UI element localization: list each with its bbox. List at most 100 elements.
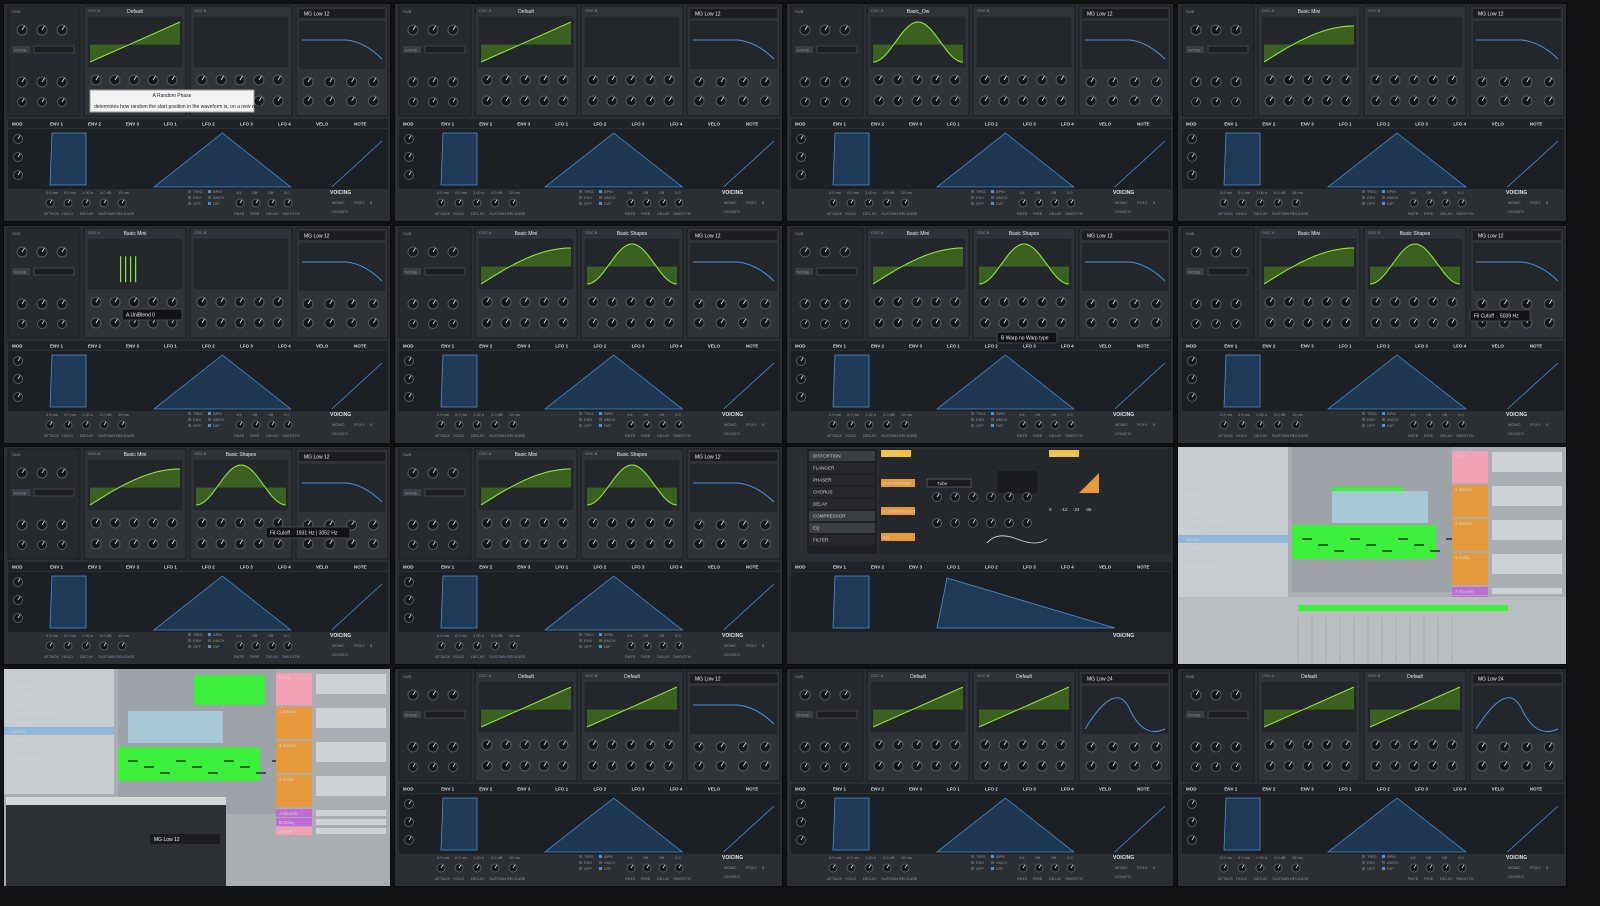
mod-tab[interactable]: LFO 4 [1061,565,1074,570]
mod-tab-note[interactable]: NOTE [1530,787,1543,792]
mod-tab-mod[interactable]: MOD [1186,787,1197,792]
mod-tab-mod[interactable]: MOD [12,122,23,127]
mod-tab-mod[interactable]: MOD [403,122,414,127]
filter-knob[interactable] [1107,76,1119,88]
mod-tab-env-1[interactable]: ENV 1 [50,122,64,127]
browser-item[interactable]: Massive X [12,684,33,689]
lfo-option-checkbox[interactable] [208,412,211,415]
lfo-option-checkbox[interactable] [599,867,602,870]
mod-tab[interactable]: ENV 3 [909,565,923,570]
poly-toggle[interactable]: POLY [746,865,757,870]
browser-item[interactable]: MPC Beats [1186,501,1210,506]
noise-select[interactable] [1207,267,1249,276]
lfo-option-checkbox[interactable] [1382,855,1385,858]
noise-select[interactable] [816,267,858,276]
mono-toggle[interactable]: MONO [1508,865,1520,870]
browser-item[interactable]: Spectrasonics [1186,564,1215,569]
mod-tab-note[interactable]: NOTE [746,344,759,349]
mod-tab-lfo-4[interactable]: LFO 4 [1061,787,1074,792]
mod-tab-lfo-2[interactable]: LFO 2 [594,787,607,792]
mod-tab-lfo-4[interactable]: LFO 4 [278,344,291,349]
lfo-option-checkbox[interactable] [991,412,994,415]
mod-tab-env-3[interactable]: ENV 3 [909,122,923,127]
browser-item[interactable]: Simpler [12,738,28,743]
lfo-option-checkbox[interactable] [971,867,974,870]
wavetable-display[interactable] [192,237,290,291]
mod-tab-lfo-1[interactable]: LFO 1 [164,565,177,570]
filter-type[interactable]: MG Low 24 [1478,677,1504,683]
poly-toggle[interactable]: POLY [1530,865,1541,870]
osc-b-wavetable-name[interactable]: Default [1407,674,1423,680]
mod-tab-lfo-3[interactable]: LFO 3 [632,122,645,127]
lfo-option-checkbox[interactable] [991,190,994,193]
filter-knob[interactable] [1543,298,1555,310]
lfo-option-checkbox[interactable] [971,412,974,415]
lfo-option-checkbox[interactable] [991,202,994,205]
filter-type[interactable]: MG Low 12 [304,12,330,18]
mod-tab-note[interactable]: NOTE [354,344,367,349]
mod-tab-lfo-1[interactable]: LFO 1 [164,344,177,349]
mod-tab-lfo-2[interactable]: LFO 2 [202,344,215,349]
envelope-shape[interactable] [440,797,478,851]
mod-tab-env-1[interactable]: ENV 1 [50,344,64,349]
osc-a-wavetable-name[interactable]: Basic Mini [515,452,538,458]
mod-tab[interactable]: MOD [795,565,806,570]
lfo-option-checkbox[interactable] [971,196,974,199]
lfo-option-checkbox[interactable] [1362,196,1365,199]
wavetable-display[interactable] [1366,15,1464,69]
mod-tab-velo[interactable]: VELO [1099,787,1112,792]
mod-tab-env-3[interactable]: ENV 3 [1301,122,1315,127]
mod-tab-velo[interactable]: VELO [708,787,721,792]
lfo-option-checkbox[interactable] [599,412,602,415]
filter-type[interactable]: MG Low 12 [1478,12,1504,18]
filter-type[interactable]: MG Low 12 [1087,234,1113,240]
mono-toggle[interactable]: MONO [724,422,736,427]
lfo-option-checkbox[interactable] [208,190,211,193]
lfo-option-checkbox[interactable] [188,196,191,199]
lfo-option-checkbox[interactable] [971,190,974,193]
mod-tab-velo[interactable]: VELO [1492,787,1505,792]
osc-a-wavetable-name[interactable]: Basic Mini [1298,9,1321,15]
mod-tab-env-2[interactable]: ENV 2 [479,344,493,349]
filter-knob[interactable] [1543,95,1555,107]
lfo-option-checkbox[interactable] [991,855,994,858]
mod-tab-velo[interactable]: VELO [1099,344,1112,349]
lfo-option-checkbox[interactable] [971,424,974,427]
osc-a-wavetable-name[interactable]: Basic Mini [1298,231,1321,237]
browser-item[interactable]: MPC Beats [12,693,36,698]
wavetable-display[interactable] [192,15,290,69]
envelope-shape[interactable] [1223,354,1261,408]
mod-tab-env-3[interactable]: ENV 3 [909,344,923,349]
lfo-option-checkbox[interactable] [208,202,211,205]
envelope-shape[interactable] [49,575,87,629]
browser-item[interactable]: Vst [12,765,19,770]
lfo-option-checkbox[interactable] [971,202,974,205]
filter-type[interactable]: MG Low 12 [154,837,180,843]
mod-tab-lfo-4[interactable]: LFO 4 [1061,122,1074,127]
mono-toggle[interactable]: MONO [1115,200,1127,205]
mod-tab-lfo-2[interactable]: LFO 2 [594,344,607,349]
filter-knob[interactable] [1543,317,1555,329]
filter-knob[interactable] [1107,741,1119,753]
envelope-shape[interactable] [832,132,870,186]
serum-clip[interactable] [1332,491,1428,523]
lfo-option-checkbox[interactable] [188,412,191,415]
lfo-option-checkbox[interactable] [599,861,602,864]
browser-item[interactable]: Sampler [12,720,29,725]
mod-tab-lfo-3[interactable]: LFO 3 [1023,344,1036,349]
mono-toggle[interactable]: MONO [1508,422,1520,427]
osc-a-wavetable-name[interactable]: Basic Mini [515,231,538,237]
lfo-option-checkbox[interactable] [579,202,582,205]
legato-toggle[interactable]: LEGATO [724,874,740,879]
lfo-option-checkbox[interactable] [991,861,994,864]
serum-clip[interactable] [128,711,223,743]
mod-tab-lfo-2[interactable]: LFO 2 [202,565,215,570]
filter-knob[interactable] [1543,76,1555,88]
mod-tab[interactable]: NOTE [1137,565,1150,570]
browser-item[interactable]: Reaktor 6 Vocal Mixer [1186,519,1231,524]
lfo-option-checkbox[interactable] [599,639,602,642]
mod-tab-env-3[interactable]: ENV 3 [1301,344,1315,349]
mod-tab-env-2[interactable]: ENV 2 [479,787,493,792]
mod-tab[interactable]: ENV 1 [833,565,847,570]
lfo-option-checkbox[interactable] [208,645,211,648]
